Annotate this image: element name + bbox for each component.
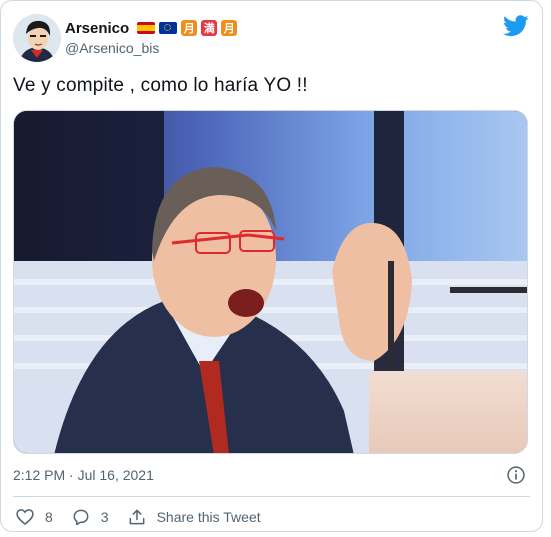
flag-eu-icon <box>159 22 178 34</box>
avatar[interactable] <box>13 14 61 62</box>
reply-count: 3 <box>100 509 109 525</box>
like-button[interactable]: 8 <box>15 507 53 527</box>
divider <box>13 496 530 497</box>
twitter-logo-icon[interactable] <box>503 15 529 37</box>
reply-bubble-icon <box>73 509 89 526</box>
share-icon <box>129 509 145 525</box>
tweet-text: Ve y compite , como lo haría YO !! <box>13 75 308 96</box>
author-name[interactable]: Arsenico <box>65 20 129 37</box>
moon-kanji-badge-2: 月 <box>221 20 238 36</box>
flag-spain-icon <box>137 22 156 34</box>
tweet-card[interactable]: Arsenico 月 満 月 @Arsenico_bis Ve y compit… <box>0 0 543 532</box>
tweet-photo[interactable] <box>13 110 528 454</box>
share-label: Share this Tweet <box>156 509 261 525</box>
tweet-actions: 8 3 Share this Tweet <box>15 506 279 528</box>
moon-kanji-badge: 月 <box>181 20 198 36</box>
full-kanji-badge: 満 <box>201 20 218 36</box>
tweet-timestamp[interactable]: 2:12 PM · Jul 16, 2021 <box>13 467 154 483</box>
author-handle[interactable]: @Arsenico_bis <box>65 40 159 56</box>
share-button[interactable]: Share this Tweet <box>127 507 261 527</box>
like-count: 8 <box>45 509 53 525</box>
reply-button[interactable]: 3 <box>71 507 109 527</box>
info-icon[interactable] <box>506 465 526 485</box>
heart-icon <box>16 509 34 526</box>
author-name-row[interactable]: Arsenico 月 満 月 <box>65 18 238 38</box>
